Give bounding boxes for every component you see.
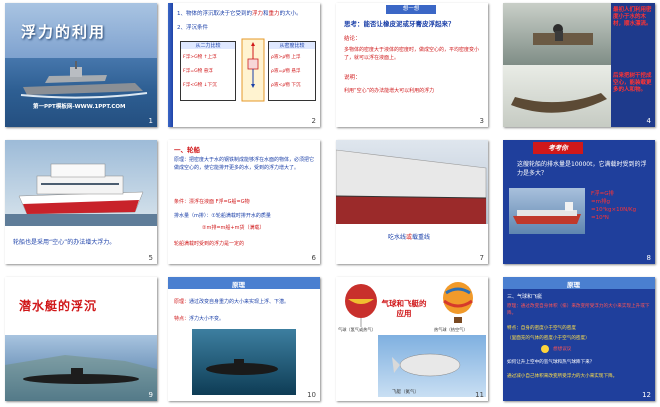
caption-balloon: 气球（氢气或热气） (338, 327, 376, 332)
density-row: ρ液=ρ物 悬浮 (271, 69, 301, 74)
top-text: 最初人们利用密度小于水的木材，顺水漂流。 (613, 7, 652, 27)
slide-3[interactable]: 想一想 思考：能否让橡皮泥或牙膏皮浮起来？ 结论： 多物体的密度大于液体的密度时… (336, 3, 488, 127)
feature: 特点：自身的密度小于空气的密度 (507, 326, 576, 331)
answer-line: F浮=G排 (591, 191, 615, 197)
feature-note: （里面充的气体的密度小于空气的密度） (507, 336, 590, 341)
slide-12[interactable]: 原理 三、气球和飞艇 原理：通过改变自身体积（排）来改变所受浮力的大小来实现上升… (503, 277, 655, 401)
force-box-title: 从二力比较 (181, 42, 235, 49)
slide-number: 7 (479, 254, 484, 262)
slide-number: 11 (475, 391, 484, 399)
slide-number: 12 (642, 391, 651, 399)
answer-line: =m排g (591, 199, 610, 205)
slide-number: 3 (479, 117, 484, 125)
side-band (168, 3, 173, 127)
note-label: 说明： (344, 75, 361, 81)
underwater-submarine-photo (192, 329, 296, 395)
discussion-question: 如何让升上空中的氢气球和热气球降下来？ (507, 360, 595, 365)
slide-number: 8 (646, 254, 651, 262)
slide-9[interactable]: 潜水艇的浮沉 9 (5, 277, 157, 401)
header-title: 原理 (567, 281, 580, 289)
principle: 原理：把密度大于水的钢铁制成能够浮在水面的物体，必须把它做成空心的，使它能排开更… (174, 157, 315, 171)
slide-6[interactable]: 一、轮船 原理：把密度大于水的钢铁制成能够浮在水面的物体，必须把它做成空心的，使… (168, 140, 320, 264)
force-row: F浮>G物 ↑上浮 (183, 55, 217, 60)
slide-10[interactable]: 原理 原理：通过改变自身重力的大小来实现上浮、下潜。 特点：浮力大小不变。 10 (168, 277, 320, 401)
displacement-formula: ②m排=m船+m货（满载） (202, 225, 265, 231)
caption-airship: 飞艇（氦气） (392, 390, 419, 395)
slide-11[interactable]: 气球（氢气或热气） 气球和飞艇的应用 热气球（热空气） 飞艇（氦气） 11 (336, 277, 488, 401)
tanker-photo (509, 188, 585, 234)
slide-number: 2 (311, 117, 316, 125)
heading: 一、轮船 (174, 146, 200, 154)
condition: 条件：漂浮在液面 F浮=G船=G物 (174, 199, 250, 205)
answer: F浮=G排 =m排g =10⁴kg×10N/Kg =10⁸N (591, 190, 636, 222)
balloon-image (345, 284, 377, 327)
heading: 三、气球和飞艇 (507, 294, 543, 300)
quiz-title: 考考你 (533, 142, 583, 154)
caption-hot-air-balloon: 热气球（热空气） (434, 327, 468, 332)
density-row: ρ液>ρ物 上浮 (271, 55, 301, 60)
principle: 原理：通过改变自身体积（排）来改变所受浮力的大小来实现上升或下降。 (507, 304, 650, 316)
header-title: 原理 (232, 281, 245, 289)
warship-image (20, 61, 148, 99)
slide-4[interactable]: 最初人们利用密度小于水的木材，顺水漂流。 后来把树干挖成空心，能装载更多的人和物… (503, 3, 655, 127)
principle: 原理：通过改变自身重力的大小来实现上浮、下潜。 (174, 299, 290, 305)
question: 思考：能否让橡皮泥或牙膏皮浮起来？ (344, 20, 455, 28)
slide-title: 浮力的利用 (21, 23, 107, 41)
slide-number: 5 (148, 254, 153, 262)
slide-number: 10 (307, 391, 316, 399)
caption: 轮船也是采用“空心”的办法增大浮力。 (13, 239, 116, 246)
slide-5[interactable]: 轮船也是采用“空心”的办法增大浮力。 5 (5, 140, 157, 264)
slide-7[interactable]: 吃水线或载重线 7 (336, 140, 488, 264)
caption: 吃水线或载重线 (388, 234, 431, 241)
discussion-label: 想想议议 (553, 347, 572, 352)
hot-air-balloon-image (443, 282, 473, 323)
beaker-diagram (241, 38, 265, 102)
raft-photo (503, 3, 611, 65)
force-row: F浮<G物 ↓下沉 (183, 83, 217, 88)
airship-photo (378, 335, 486, 397)
slide-8[interactable]: 考考你 这艘轮船的排水量是10000t，它满载时受到的浮力是多大？ F浮=G排 … (503, 140, 655, 264)
slide-number: 6 (311, 254, 316, 262)
bottom-text: 后来把树干挖成空心，能装载更多的人和物。 (613, 73, 652, 93)
density-box: 从密度比较 ρ液>ρ物 上浮 ρ液=ρ物 悬浮 ρ液<ρ物 下沉 (268, 41, 316, 101)
think-tag: 想一想 (386, 5, 436, 14)
discussion-answer: 通过减小自己体积来改变所受浮力的大小来实现下降。 (507, 374, 618, 379)
answer-line: =10⁴kg×10N/Kg (591, 207, 637, 213)
note-text: 利用“空心”的办法能增大可以利用的浮力 (344, 88, 435, 94)
line-2: 2、浮沉条件 (177, 25, 208, 31)
slide-number: 1 (148, 117, 153, 125)
density-box-title: 从密度比较 (269, 42, 315, 49)
displacement: 排水量（m排）：①轮船满载时排开水的质量 (174, 213, 271, 219)
question: 这艘轮船的排水量是10000t，它满载时受到的浮力是多大？ (517, 161, 647, 177)
slide-title: 气球和飞艇的应用 (381, 299, 427, 318)
slide-number: 4 (646, 117, 651, 125)
watermark-text: 第一PPT模板网-WWW.1PPT.COM (33, 104, 126, 110)
submarine-photo (5, 335, 157, 401)
line-1: 1、物体的浮沉取决于它受到的浮力和重力的大小。 (177, 11, 302, 17)
answer-line: =10⁸N (591, 215, 609, 221)
slide-2[interactable]: 1、物体的浮沉取决于它受到的浮力和重力的大小。 2、浮沉条件 从二力比较 F浮>… (168, 3, 320, 127)
note: 轮船满载时受到的浮力是一定的 (174, 241, 245, 247)
conclusion-label: 结论： (344, 36, 361, 42)
slide-1[interactable]: 浮力的利用 第一PPT模板网-WWW.1PPT.COM 1 (5, 3, 157, 127)
ferry-photo (5, 140, 157, 226)
slide-number: 9 (148, 391, 153, 399)
conclusion-text: 多物体的密度大于液体的密度时，做成空心的，平均密度变小了，就可以浮在液面上。 (344, 47, 480, 61)
force-row: F浮=G物 悬浮 (183, 69, 213, 74)
density-row: ρ液<ρ物 下沉 (271, 83, 301, 88)
smiley-icon (541, 345, 549, 353)
force-box: 从二力比较 F浮>G物 ↑上浮 F浮=G物 悬浮 F浮<G物 ↓下沉 (180, 41, 236, 101)
hull-photo (336, 140, 488, 225)
slide-title: 潜水艇的浮沉 (19, 299, 98, 313)
canoe-photo (503, 65, 611, 127)
feature: 特点：浮力大小不变。 (174, 316, 225, 322)
